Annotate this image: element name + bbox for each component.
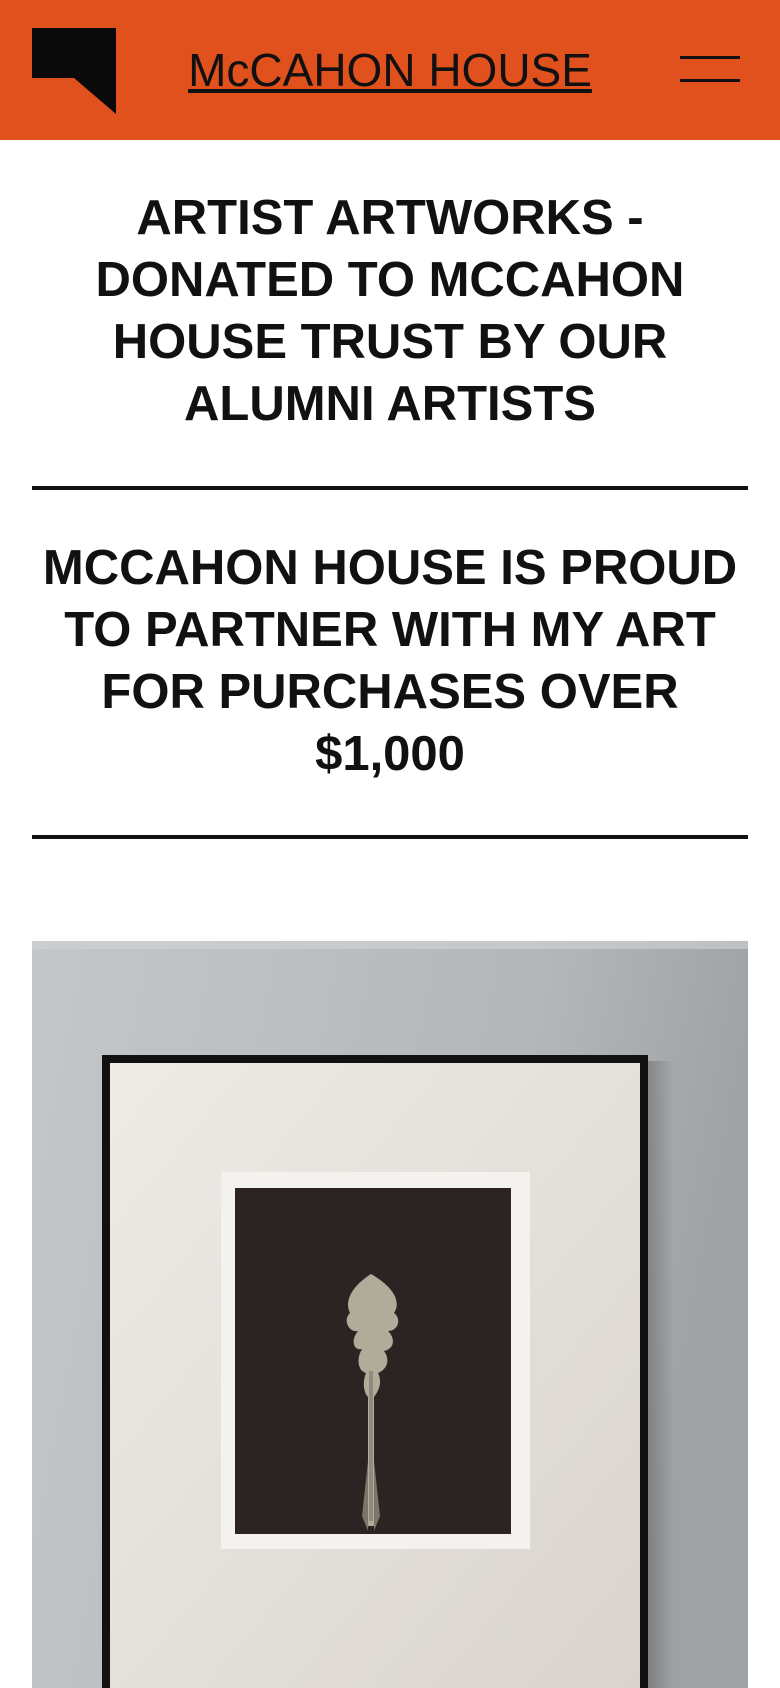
site-title[interactable]: McCAHON HOUSE	[150, 44, 630, 96]
hamburger-menu-icon	[680, 56, 740, 82]
artworks-headline: ARTIST ARTWORKS - DONATED TO MCCAHON HOU…	[95, 191, 685, 431]
site-header: McCAHON HOUSE	[0, 0, 780, 140]
menu-button[interactable]	[678, 54, 742, 84]
section-divider	[32, 835, 748, 839]
artwork-image[interactable]	[32, 941, 748, 1688]
mccahon-house-logo-icon[interactable]	[32, 28, 116, 114]
section-divider	[32, 486, 748, 490]
partner-headline: MCCAHON HOUSE IS PROUD TO PARTNER WITH M…	[42, 541, 738, 781]
